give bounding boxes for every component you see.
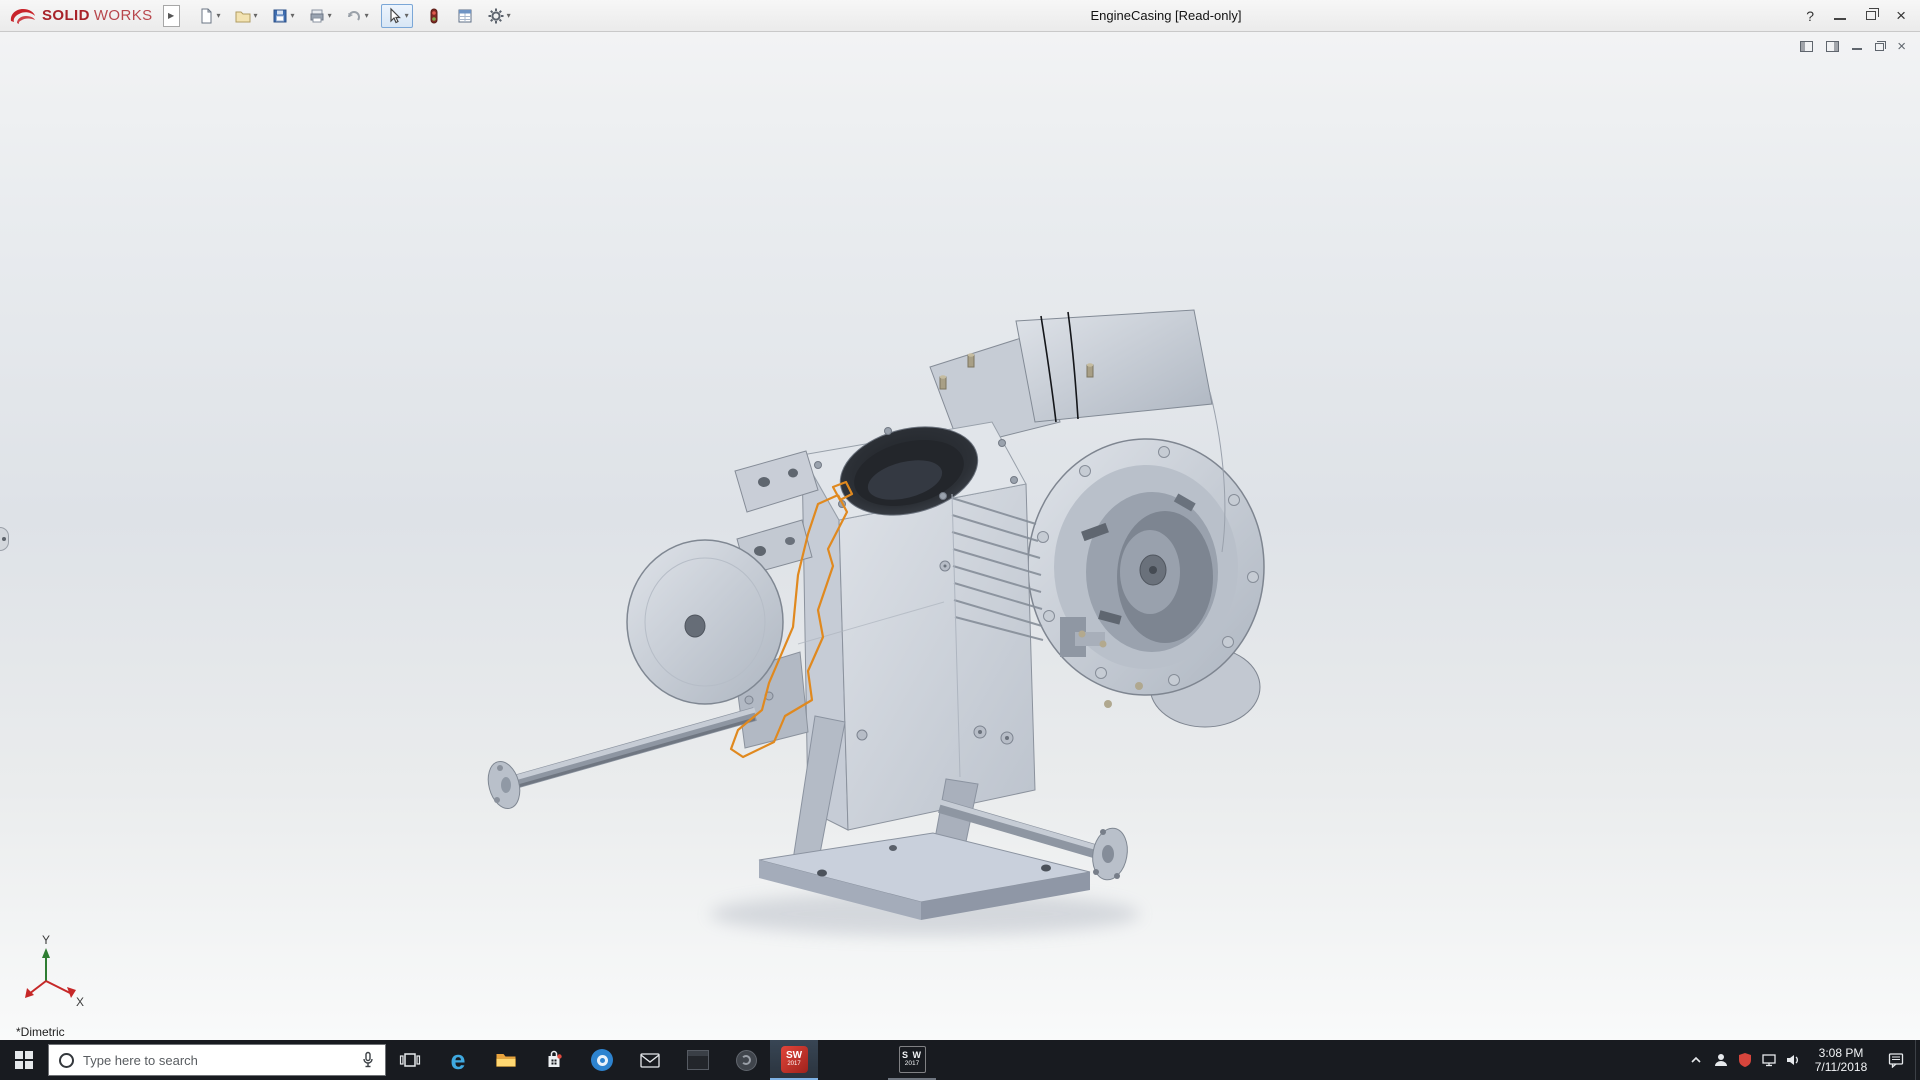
terminal-icon [687, 1050, 709, 1070]
engine-model[interactable] [483, 309, 1265, 936]
menu-bar: SOLID WORKS ▶ ▾ ▾ ▾ ▾ ▾ ▾ ▾ EngineCasing… [0, 0, 1920, 32]
dropdown-caret-icon[interactable]: ▾ [217, 11, 221, 20]
tray-security-button[interactable] [1733, 1040, 1757, 1080]
solidworks-window: SOLID WORKS ▶ ▾ ▾ ▾ ▾ ▾ ▾ ▾ EngineCasing… [0, 0, 1920, 1080]
clock-time: 3:08 PM [1818, 1046, 1864, 1060]
help-button[interactable]: ? [1806, 8, 1814, 24]
file-properties-icon [458, 9, 472, 22]
dropdown-caret-icon[interactable]: ▾ [365, 11, 369, 20]
menu-expand-button[interactable]: ▶ [162, 4, 180, 27]
mail-icon [640, 1053, 660, 1068]
solidworks-window-icon: S W 2017 [898, 1045, 926, 1073]
window-controls: ? × [1806, 7, 1920, 24]
triad-x-label: X [76, 995, 84, 1009]
dropdown-caret-icon[interactable]: ▾ [328, 11, 332, 20]
model-canvas[interactable]: Y X [0, 32, 1920, 1040]
taskbar-apps: e SW 2017 S W 2017 [386, 1040, 936, 1080]
document-title: EngineCasing [Read-only] [1090, 8, 1242, 23]
logo-text-bold: SOLID [42, 7, 90, 24]
solidworks-logo-icon [10, 8, 35, 24]
action-center-button[interactable] [1877, 1040, 1915, 1080]
rebuild-icon [430, 8, 438, 23]
open-document-icon [235, 11, 251, 22]
taskbar-search[interactable] [48, 1044, 386, 1076]
orientation-triad: Y X [25, 933, 84, 1009]
options-button[interactable]: ▾ [486, 5, 512, 27]
tray-display-button[interactable] [1757, 1040, 1781, 1080]
save-icon [273, 9, 287, 22]
edge-icon: e [450, 1044, 466, 1075]
display-pane-icon[interactable] [1826, 41, 1840, 52]
undo-button[interactable]: ▾ [344, 5, 370, 27]
cortana-icon [59, 1052, 74, 1068]
browser-blue-button[interactable] [578, 1040, 626, 1080]
options-gear-icon [488, 8, 504, 23]
user-icon [1715, 1054, 1727, 1066]
taskbar-search-input[interactable] [83, 1052, 352, 1068]
print-button[interactable]: ▾ [307, 5, 333, 27]
edge-button[interactable]: e [434, 1040, 482, 1080]
save-button[interactable]: ▾ [270, 5, 296, 27]
mail-button[interactable] [626, 1040, 674, 1080]
store-button[interactable] [530, 1040, 578, 1080]
solidworks-app-icon: SW 2017 [780, 1045, 808, 1073]
solidworks-logo[interactable]: SOLID WORKS [0, 6, 153, 26]
restore-button[interactable] [1866, 8, 1880, 20]
chevron-up-icon [1691, 1056, 1701, 1063]
file-properties-button[interactable] [455, 5, 475, 27]
flyout-dot-icon [2, 537, 6, 541]
quick-access-toolbar: ▾ ▾ ▾ ▾ ▾ ▾ ▾ [196, 3, 512, 28]
microphone-icon[interactable] [361, 1051, 375, 1069]
open-document-button[interactable]: ▾ [233, 5, 259, 27]
select-cursor-icon [389, 7, 401, 23]
taskbar-clock[interactable]: 3:08 PM 7/11/2018 [1805, 1046, 1877, 1074]
document-minimize-button[interactable] [1852, 43, 1863, 50]
document-restore-button[interactable] [1875, 40, 1887, 51]
feature-pane-icon[interactable] [1800, 41, 1814, 52]
show-hidden-icons-button[interactable] [1683, 1040, 1709, 1080]
speaker-icon [1787, 1055, 1798, 1065]
dropdown-caret-icon[interactable]: ▾ [507, 11, 511, 20]
task-view-button[interactable] [386, 1040, 434, 1080]
solidworks-window-button[interactable]: S W 2017 [888, 1040, 936, 1080]
display-icon [1762, 1054, 1776, 1067]
windows-logo-icon [15, 1051, 33, 1069]
windows-taskbar: e [0, 1040, 1920, 1080]
file-explorer-icon [496, 1054, 516, 1067]
store-icon [548, 1050, 562, 1067]
flywheel-cover[interactable] [626, 539, 809, 749]
dropdown-caret-icon[interactable]: ▾ [291, 11, 295, 20]
app-gray-button[interactable] [722, 1040, 770, 1080]
document-window-controls: × [1800, 39, 1906, 54]
triad-y-label: Y [42, 933, 50, 947]
clock-date: 7/11/2018 [1814, 1060, 1868, 1074]
rebuild-button[interactable] [424, 5, 444, 27]
start-button[interactable] [0, 1040, 48, 1080]
new-document-icon [201, 8, 212, 23]
task-view-icon [399, 1053, 421, 1067]
action-center-icon [1888, 1053, 1904, 1068]
file-explorer-button[interactable] [482, 1040, 530, 1080]
logo-text-light: WORKS [93, 7, 153, 24]
tray-user-button[interactable] [1709, 1040, 1733, 1080]
system-tray: 3:08 PM 7/11/2018 [1683, 1040, 1920, 1080]
app-gray-icon [735, 1049, 757, 1071]
shield-icon [1739, 1053, 1751, 1067]
view-orientation-label: *Dimetric [16, 1025, 65, 1039]
tray-volume-button[interactable] [1781, 1040, 1805, 1080]
browser-blue-icon [591, 1049, 613, 1071]
show-desktop-button[interactable] [1915, 1040, 1920, 1080]
undo-icon [347, 10, 360, 21]
solidworks-taskbar-button[interactable]: SW 2017 [770, 1040, 818, 1080]
close-button[interactable]: × [1896, 7, 1906, 24]
dropdown-caret-icon[interactable]: ▾ [254, 11, 258, 20]
minimize-button[interactable] [1834, 11, 1847, 20]
new-document-button[interactable]: ▾ [196, 5, 222, 27]
document-close-button[interactable]: × [1897, 39, 1906, 54]
graphics-viewport[interactable]: Y X × *Dimetric [0, 32, 1920, 1040]
dropdown-caret-icon[interactable]: ▾ [405, 11, 409, 20]
terminal-button[interactable] [674, 1040, 722, 1080]
print-icon [310, 9, 324, 22]
select-button[interactable]: ▾ [380, 3, 413, 28]
